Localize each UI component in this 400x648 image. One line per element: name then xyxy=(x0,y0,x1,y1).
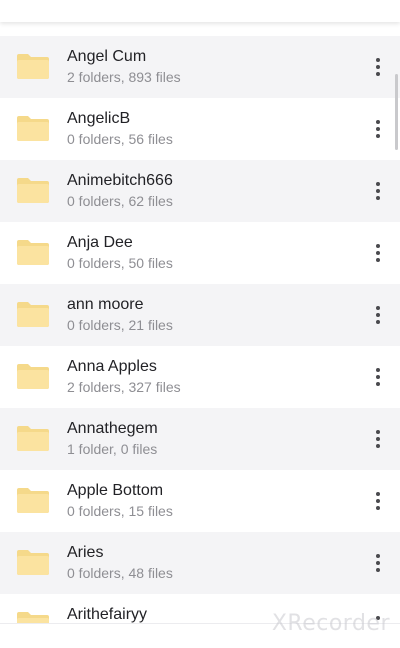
folder-row[interactable]: ann moore 0 folders, 21 files xyxy=(0,284,400,346)
folder-text: Apple Bottom 0 folders, 15 files xyxy=(67,481,350,520)
folder-icon xyxy=(16,300,50,328)
folder-name: AngelicB xyxy=(67,110,131,127)
folder-name: ann moore xyxy=(67,296,144,313)
folder-meta: 2 folders, 327 files xyxy=(67,379,181,395)
folder-meta: 0 folders, 62 files xyxy=(67,193,173,209)
more-vertical-icon[interactable] xyxy=(370,489,386,513)
more-vertical-icon[interactable] xyxy=(370,365,386,389)
folder-name: Animebitch666 xyxy=(67,172,173,189)
folder-name: Angel Cum xyxy=(67,48,147,65)
folder-icon xyxy=(16,362,50,390)
more-vertical-icon[interactable] xyxy=(370,241,386,265)
folder-list: Angel Cum 2 folders, 893 files AngelicB … xyxy=(0,36,400,648)
folder-row[interactable]: Anna Apples 2 folders, 327 files xyxy=(0,346,400,408)
more-vertical-icon[interactable] xyxy=(370,551,386,575)
folder-meta: 0 folders, 50 files xyxy=(67,255,173,271)
folder-meta: 0 folders, 48 files xyxy=(67,565,173,581)
more-vertical-icon[interactable] xyxy=(370,303,386,327)
folder-text: Aries 0 folders, 48 files xyxy=(67,543,350,582)
folder-meta: 1 folder, 0 files xyxy=(67,441,158,457)
folder-meta: 0 folders, 15 files xyxy=(67,503,173,519)
folder-icon xyxy=(16,52,50,80)
folder-icon xyxy=(16,238,50,266)
folder-icon xyxy=(16,176,50,204)
folder-text: Animebitch666 0 folders, 62 files xyxy=(67,171,350,210)
more-vertical-icon[interactable] xyxy=(370,55,386,79)
folder-name: Aries xyxy=(67,544,104,561)
folder-icon xyxy=(16,548,50,576)
folder-icon xyxy=(16,424,50,452)
folder-row[interactable]: Annathegem 1 folder, 0 files xyxy=(0,408,400,470)
folder-text: Anna Apples 2 folders, 327 files xyxy=(67,357,350,396)
top-bar xyxy=(0,0,400,22)
folder-icon xyxy=(16,486,50,514)
folder-text: Annathegem 1 folder, 0 files xyxy=(67,419,350,458)
folder-name: Apple Bottom xyxy=(67,482,164,499)
file-browser-screen: Angel Cum 2 folders, 893 files AngelicB … xyxy=(0,0,400,648)
watermark: XRecorder xyxy=(271,611,390,636)
folder-text: ann moore 0 folders, 21 files xyxy=(67,295,350,334)
folder-name: Anna Apples xyxy=(67,358,157,375)
more-vertical-icon[interactable] xyxy=(370,427,386,451)
folder-meta: 0 folders, 21 files xyxy=(67,317,173,333)
folder-text: Anja Dee 0 folders, 50 files xyxy=(67,233,350,272)
folder-row[interactable]: Animebitch666 0 folders, 62 files xyxy=(0,160,400,222)
folder-row[interactable]: Anja Dee 0 folders, 50 files xyxy=(0,222,400,284)
folder-meta: 2 folders, 893 files xyxy=(67,69,181,85)
folder-name: Annathegem xyxy=(67,420,158,437)
folder-meta: 0 folders, 56 files xyxy=(67,131,173,147)
more-vertical-icon[interactable] xyxy=(370,179,386,203)
folder-row[interactable]: Aries 0 folders, 48 files xyxy=(0,532,400,594)
folder-name: Anja Dee xyxy=(67,234,133,251)
folder-row[interactable]: AngelicB 0 folders, 56 files xyxy=(0,98,400,160)
folder-icon xyxy=(16,114,50,142)
more-vertical-icon[interactable] xyxy=(370,117,386,141)
folder-row[interactable]: Apple Bottom 0 folders, 15 files xyxy=(0,470,400,532)
folder-row[interactable]: Angel Cum 2 folders, 893 files xyxy=(0,36,400,98)
folder-text: AngelicB 0 folders, 56 files xyxy=(67,109,350,148)
folder-text: Angel Cum 2 folders, 893 files xyxy=(67,47,350,86)
scrollbar[interactable] xyxy=(395,74,398,150)
